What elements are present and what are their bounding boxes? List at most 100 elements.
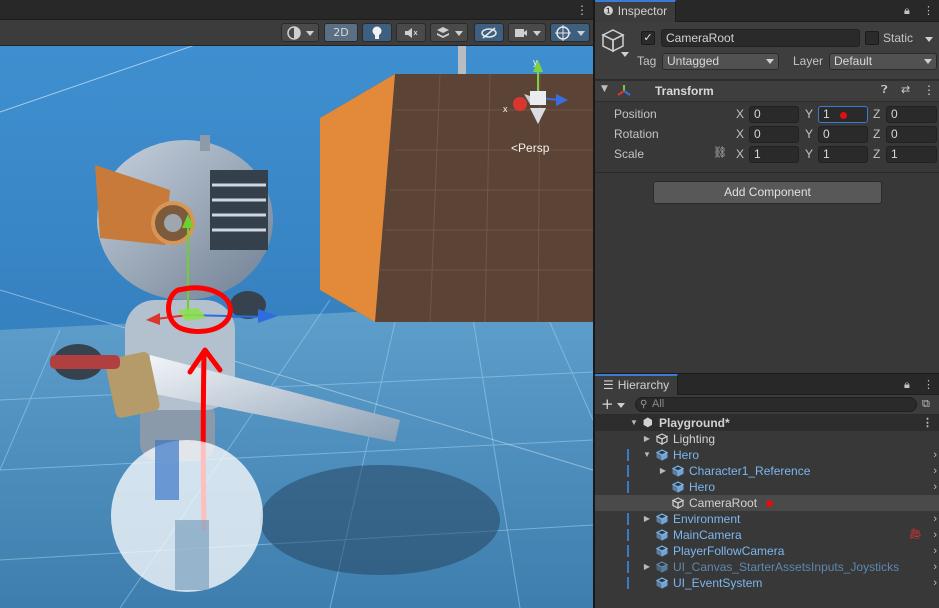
hierarchy-item[interactable]: ▶ Environment › <box>595 511 939 527</box>
axis-x-label: X <box>736 107 745 121</box>
chevron-right-icon[interactable]: › <box>933 463 937 479</box>
chevron-right-icon[interactable]: › <box>933 511 937 527</box>
inspector-tab-label: Inspector <box>617 4 668 18</box>
scene-view[interactable]: ⋮ 2D y x <Persp <box>0 0 593 608</box>
collapse-arrow-icon[interactable]: ▶ <box>642 511 652 527</box>
axis-x-label: X <box>736 127 745 141</box>
scene-root-row[interactable]: ▼ ⬢ Playground* ⋮ <box>595 415 939 431</box>
rotation-label: Rotation <box>614 127 659 141</box>
hierarchy-item-label: PlayerFollowCamera <box>673 544 785 558</box>
chevron-right-icon[interactable]: › <box>933 559 937 575</box>
tag-label: Tag <box>637 54 657 68</box>
effects-dropdown[interactable] <box>430 23 468 42</box>
expand-arrow-icon[interactable]: ▼ <box>642 447 652 463</box>
lighting-toggle-button[interactable] <box>362 23 392 42</box>
static-checkbox[interactable] <box>865 31 879 45</box>
hierarchy-item-label: UI_Canvas_StarterAssetsInputs_Joysticks <box>673 560 900 574</box>
shading-mode-dropdown[interactable] <box>281 23 319 42</box>
rotation-y-field[interactable]: 0 <box>818 126 868 143</box>
hierarchy-item[interactable]: ▶ UI_Canvas_StarterAssetsInputs_Joysticks… <box>595 559 939 575</box>
chevron-right-icon[interactable]: › <box>933 543 937 559</box>
tag-dropdown[interactable]: Untagged <box>662 53 779 70</box>
add-component-button[interactable]: Add Component <box>653 181 882 204</box>
joystick-overlay[interactable] <box>111 440 263 592</box>
collapse-arrow-icon[interactable]: ▶ <box>658 463 668 479</box>
prefab-cube-icon <box>655 577 669 593</box>
camera-settings-dropdown[interactable] <box>508 23 546 42</box>
component-menu-icon[interactable]: ⋮ <box>923 83 935 97</box>
constrain-proportions-icon[interactable]: ⛓︎ <box>713 146 727 159</box>
panel-menu-icon[interactable]: ⋮ <box>923 4 934 17</box>
scale-z-field[interactable]: 1 <box>886 146 937 163</box>
layer-value: Default <box>834 54 873 68</box>
hierarchy-item-label: Hero <box>689 480 716 494</box>
scale-y-field[interactable]: 1 <box>818 146 868 163</box>
rotation-x-field[interactable]: 0 <box>749 126 799 143</box>
axis-y-label: Y <box>805 147 814 161</box>
tab-inspector[interactable]: ❶ Inspector <box>595 0 677 22</box>
scene-search-icon[interactable]: ⧉ <box>922 397 930 411</box>
tab-hierarchy[interactable]: ☰ Hierarchy <box>595 374 679 395</box>
hierarchy-item[interactable]: CameraRoot <box>595 495 939 511</box>
2d-toggle-button[interactable]: 2D <box>324 23 358 42</box>
help-icon[interactable]: ❓︎ <box>881 83 888 97</box>
static-dropdown-caret[interactable] <box>925 37 933 42</box>
prefab-override-bar <box>627 545 629 557</box>
hierarchy-item-label: Lighting <box>673 432 716 446</box>
layer-dropdown[interactable]: Default <box>829 53 937 70</box>
gizmo-y-label: y <box>533 57 538 67</box>
gizmos-icon <box>555 24 571 41</box>
create-dropdown-caret[interactable] <box>617 403 625 408</box>
gizmos-dropdown[interactable] <box>550 23 590 42</box>
scene-viewport[interactable] <box>0 0 593 608</box>
tag-value: Untagged <box>667 54 720 68</box>
scale-x-field[interactable]: 1 <box>749 146 799 163</box>
icon-picker-caret[interactable] <box>621 52 629 57</box>
presets-icon[interactable]: ⇄ <box>901 83 910 96</box>
hierarchy-item[interactable]: ▶ Lighting <box>595 431 939 447</box>
collapse-arrow-icon[interactable]: ▼ <box>601 84 608 94</box>
position-x-field[interactable]: 0 <box>749 106 799 123</box>
rotation-z-field[interactable]: 0 <box>886 126 937 143</box>
position-z-field[interactable]: 0 <box>886 106 937 123</box>
scene-menu-icon[interactable]: ⋮ <box>922 415 933 431</box>
lock-icon[interactable]: 🔒︎ <box>904 378 910 392</box>
object-name-field[interactable]: CameraRoot <box>661 29 860 47</box>
annotation-dot <box>766 500 773 507</box>
chevron-right-icon[interactable]: › <box>933 527 937 543</box>
scene-menu-icon[interactable]: ⋮ <box>576 3 588 17</box>
perspective-toggle[interactable]: <Persp <box>511 141 549 155</box>
hierarchy-tab-bar: ☰ Hierarchy 🔒︎ ⋮ <box>595 374 939 395</box>
search-placeholder: All <box>652 398 665 410</box>
chevron-right-icon[interactable]: › <box>933 479 937 495</box>
gameobject-cube-icon <box>601 29 625 53</box>
hierarchy-item[interactable]: Hero › <box>595 479 939 495</box>
audio-mute-icon <box>405 27 418 38</box>
expand-arrow-icon[interactable]: ▼ <box>629 415 639 431</box>
transform-component-header[interactable]: ▼ Transform ❓︎ ⇄ ⋮ <box>595 80 939 102</box>
hierarchy-search-input[interactable]: ⚲ All <box>635 397 917 412</box>
eye-hidden-icon <box>481 26 497 39</box>
prefab-override-bar <box>627 465 629 477</box>
axis-z-label: Z <box>873 107 881 121</box>
hierarchy-item-label: Environment <box>673 512 741 526</box>
panel-menu-icon[interactable]: ⋮ <box>923 378 934 391</box>
audio-toggle-button[interactable] <box>396 23 426 42</box>
scene-visibility-button[interactable] <box>474 23 504 42</box>
chevron-right-icon[interactable]: › <box>933 575 937 591</box>
axis-z-label: Z <box>873 127 881 141</box>
axis-x-label: X <box>736 147 745 161</box>
collapse-arrow-icon[interactable]: ▶ <box>642 431 652 447</box>
chevron-right-icon[interactable]: › <box>933 447 937 463</box>
hierarchy-item[interactable]: ▼ Hero › <box>595 447 939 463</box>
hierarchy-item[interactable]: PlayerFollowCamera › <box>595 543 939 559</box>
transform-title: Transform <box>655 84 714 98</box>
hierarchy-item[interactable]: UI_EventSystem › <box>595 575 939 591</box>
lock-icon[interactable]: 🔒︎ <box>904 4 910 18</box>
collapse-arrow-icon[interactable]: ▶ <box>642 559 652 575</box>
hierarchy-item[interactable]: ▶ Character1_Reference › <box>595 463 939 479</box>
create-plus-icon[interactable]: + <box>601 395 614 413</box>
active-checkbox[interactable]: ✓ <box>641 31 655 45</box>
hierarchy-item[interactable]: MainCamera 🎥︎ › <box>595 527 939 543</box>
inspector-panel: ❶ Inspector 🔒︎ ⋮ ✓ CameraRoot Static Tag … <box>595 0 939 373</box>
